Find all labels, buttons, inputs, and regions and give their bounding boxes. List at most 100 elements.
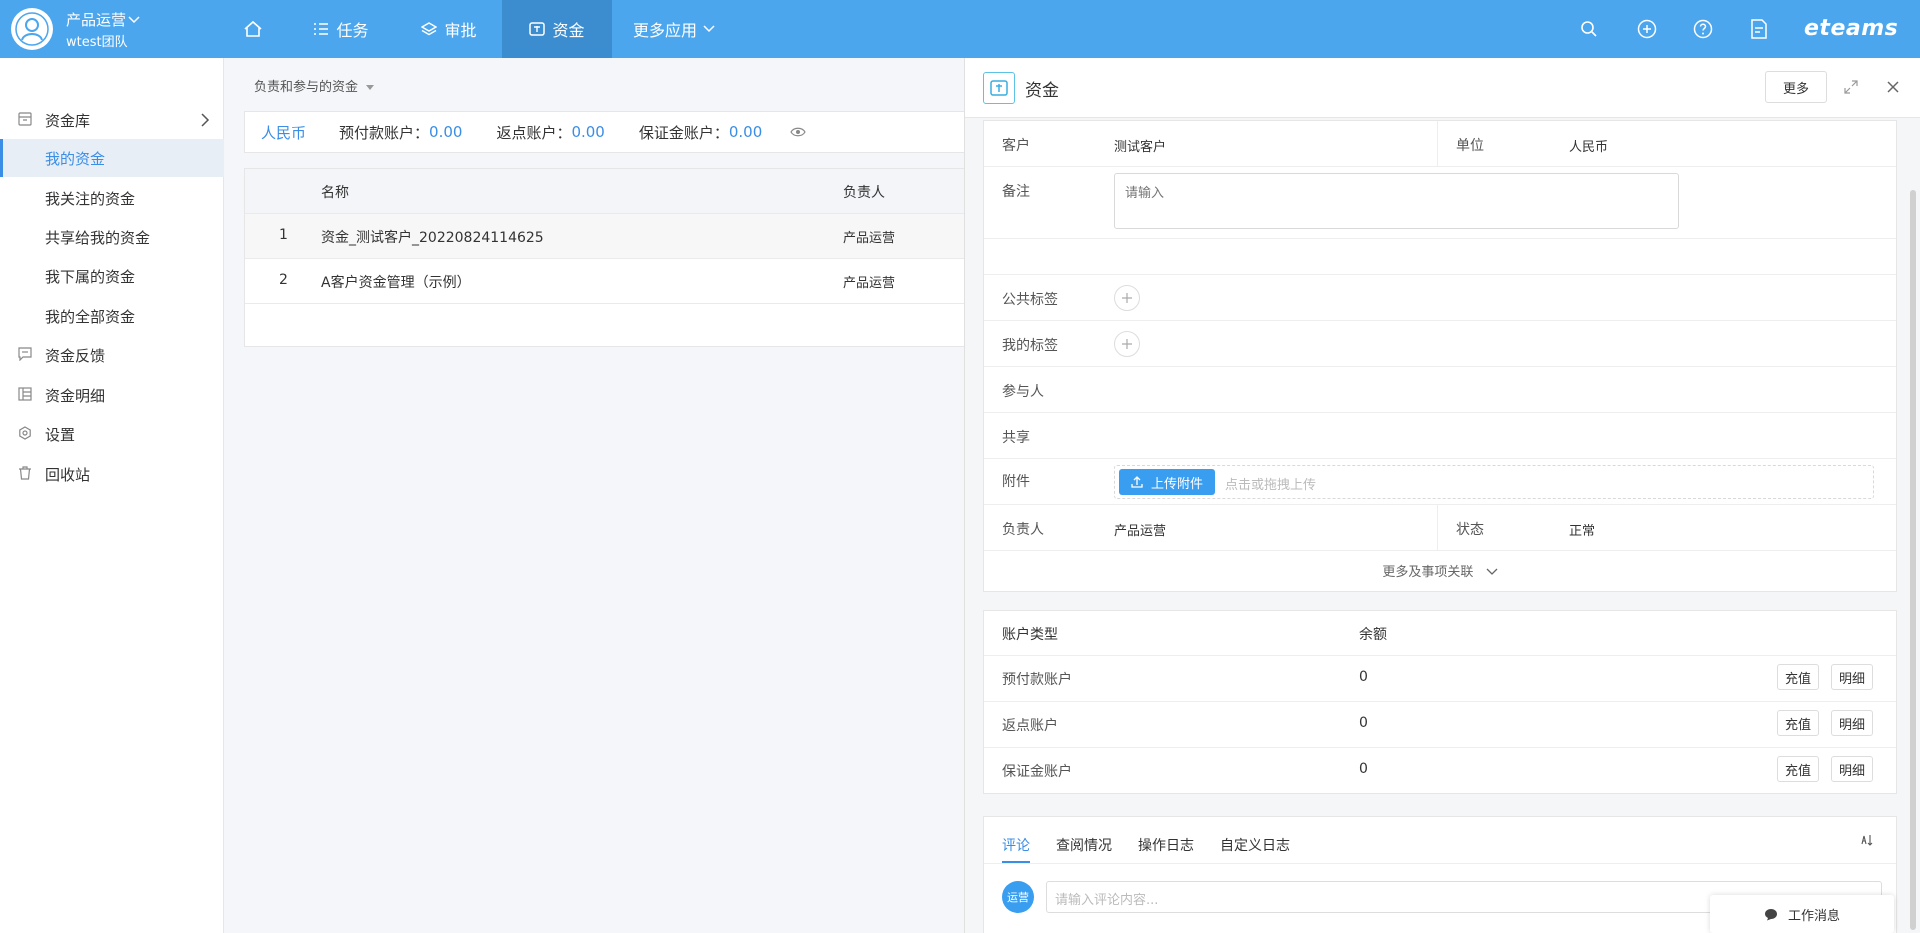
sidebar-item-recycle-bin[interactable]: 回收站 [0,455,224,493]
customer-value[interactable]: 测试客户 [1114,136,1166,155]
sidebar-item-subordinate-funds[interactable]: 我下属的资金 [0,257,224,295]
row-name[interactable]: 资金_测试客户_20220824114625 [321,227,544,247]
add-icon[interactable] [1635,17,1659,41]
eye-icon[interactable] [790,127,806,137]
add-public-tag-button[interactable] [1114,285,1140,311]
plus-icon [1122,293,1132,303]
table-icon [18,387,32,401]
caret-down-icon [366,85,375,90]
eteams-logo[interactable]: eteams [1804,16,1898,41]
close-icon[interactable] [1882,76,1904,98]
field-row-empty [984,239,1896,275]
tab-comments[interactable]: 评论 [1002,835,1030,855]
account-balance: 0 [1359,715,1368,731]
document-icon[interactable] [1747,17,1771,41]
unit-value[interactable]: 人民币 [1569,136,1608,155]
divider [984,863,1896,864]
deposit-account-value[interactable]: 0.00 [729,123,762,141]
remark-textarea[interactable] [1114,173,1679,229]
fund-table: 名称 负责人 1 资金_测试客户_20220824114625 产品运营 2 A… [244,168,965,347]
funds-icon [529,22,546,36]
rebate-account-value[interactable]: 0.00 [571,123,604,141]
nav-home[interactable] [228,0,278,58]
attachment-drop-zone[interactable]: 上传附件 点击或拖拽上传 [1114,465,1874,499]
row-index: 1 [279,227,288,243]
account-summary-bar: 人民币 预付款账户： 0.00 返点账户： 0.00 保证金账户： 0.00 [244,111,964,153]
more-button[interactable]: 更多 [1765,71,1827,103]
field-row-share[interactable]: 共享 [984,413,1896,459]
detail-button[interactable]: 明细 [1831,710,1873,736]
currency-selector[interactable]: 人民币 [261,122,306,143]
recharge-button[interactable]: 充值 [1777,756,1819,782]
owner-value[interactable]: 产品运营 [1114,520,1166,539]
user-avatar[interactable] [11,8,53,50]
detail-scrollbar[interactable] [1910,190,1916,930]
column-header-name[interactable]: 名称 [321,182,349,202]
archive-icon [18,112,32,126]
filter-dropdown[interactable]: 负责和参与的资金 [254,76,375,95]
sidebar-item-label: 设置 [45,425,76,444]
upload-hint: 点击或拖拽上传 [1225,478,1317,493]
row-index: 2 [279,272,288,288]
detail-header: 资金 更多 [965,58,1920,118]
sidebar: 资金库 我的资金 我关注的资金 共享给我的资金 我下属的资金 我的全部资金 资金… [0,58,224,933]
work-message-button[interactable]: 工作消息 [1710,895,1894,933]
expand-icon[interactable] [1840,76,1862,98]
chevron-right-icon [201,113,210,127]
my-tags-label: 我的标签 [1002,338,1058,354]
sort-icon[interactable] [1860,833,1874,847]
plus-icon [1122,339,1132,349]
account-type: 返点账户 [1002,718,1058,734]
sidebar-item-label: 资金库 [45,111,91,130]
upload-attachment-button[interactable]: 上传附件 [1119,469,1215,495]
rebate-account-label: 返点账户： [496,123,572,142]
more-relations-toggle[interactable]: 更多及事项关联 [984,561,1896,580]
remark-label: 备注 [1002,184,1030,200]
table-row[interactable]: 2 A客户资金管理（示例） 产品运营 [245,259,965,304]
column-header-owner[interactable]: 负责人 [843,182,885,202]
field-row-participants[interactable]: 参与人 [984,367,1896,413]
detail-button[interactable]: 明细 [1831,664,1873,690]
prepaid-account-value[interactable]: 0.00 [429,123,462,141]
nav-approval[interactable]: 审批 [408,0,490,58]
tab-operation-log[interactable]: 操作日志 [1138,835,1194,855]
row-name[interactable]: A客户资金管理（示例） [321,272,471,292]
status-value[interactable]: 正常 [1569,520,1595,539]
sidebar-item-settings[interactable]: 设置 [0,415,224,453]
recharge-button[interactable]: 充值 [1777,664,1819,690]
help-icon[interactable] [1691,17,1715,41]
tab-custom-log[interactable]: 自定义日志 [1220,835,1290,855]
sidebar-item-label: 我下属的资金 [45,267,136,286]
sidebar-item-shared-funds[interactable]: 共享给我的资金 [0,218,224,256]
tab-read-status[interactable]: 查阅情况 [1056,835,1112,855]
fund-list-area: 负责和参与的资金 人民币 预付款账户： 0.00 返点账户： 0.00 保证金账… [224,58,965,933]
row-owner: 产品运营 [843,231,896,246]
sidebar-item-all-funds[interactable]: 我的全部资金 [0,297,224,335]
prepaid-account-label: 预付款账户： [339,123,430,142]
user-name-dropdown[interactable]: 产品运营 [66,9,140,30]
fund-icon [983,72,1015,104]
nav-tasks[interactable]: 任务 [300,0,382,58]
chat-icon [1764,908,1777,920]
top-bar: 产品运营 wtest团队 任务 审批 资金 更多应用 eteams [0,0,1920,58]
sidebar-item-fund-library[interactable]: 资金库 [0,101,224,139]
recharge-button[interactable]: 充值 [1777,710,1819,736]
sidebar-item-feedback[interactable]: 资金反馈 [0,336,224,374]
sidebar-item-label: 我关注的资金 [45,189,136,208]
participants-label: 参与人 [1002,384,1044,400]
deposit-account-label: 保证金账户： [638,123,729,142]
nav-more-apps[interactable]: 更多应用 [624,0,724,58]
field-row-owner-status: 负责人 产品运营 状态 正常 [984,505,1896,551]
field-row-my-tags: 我的标签 [984,321,1896,367]
sidebar-item-label: 我的资金 [45,149,106,168]
fund-fields-card: 客户 测试客户 单位 人民币 备注 公共标签 我的标签 参与人 共享 附件 [983,120,1897,592]
detail-button[interactable]: 明细 [1831,756,1873,782]
sidebar-item-my-funds[interactable]: 我的资金 [0,139,224,177]
sidebar-item-followed-funds[interactable]: 我关注的资金 [0,179,224,217]
owner-label: 负责人 [1002,522,1044,538]
search-icon[interactable] [1577,17,1601,41]
table-row[interactable]: 1 资金_测试客户_20220824114625 产品运营 [245,214,965,259]
add-my-tag-button[interactable] [1114,331,1140,357]
sidebar-item-fund-details[interactable]: 资金明细 [0,376,224,414]
nav-funds[interactable]: 资金 [502,0,612,58]
